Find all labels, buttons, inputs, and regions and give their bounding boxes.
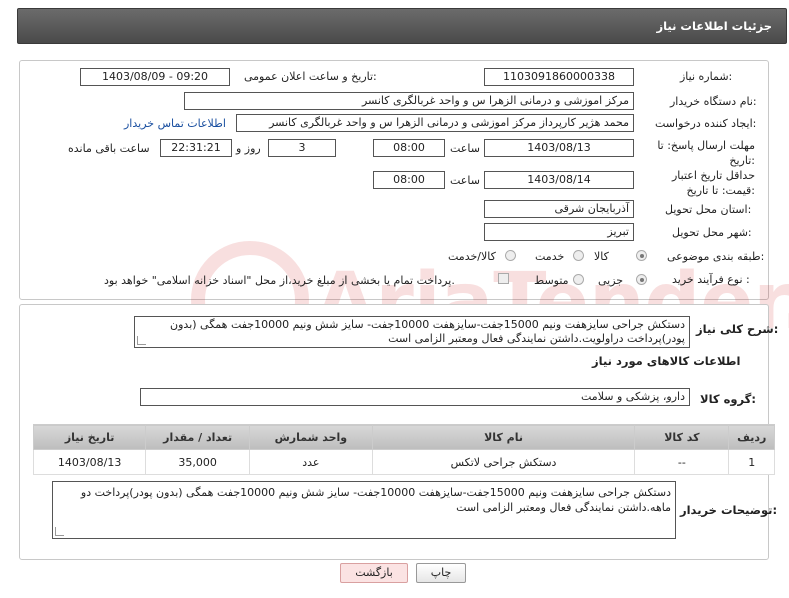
contact-buyer-link[interactable]: اطلاعات تماس خریدار	[124, 117, 226, 130]
process-label: نوع فرآیند خرید :	[672, 273, 750, 286]
treasury-payment-checkbox[interactable]	[498, 273, 509, 284]
deadline-label: مهلت ارسال پاسخ: تا تاریخ:	[657, 139, 755, 167]
buyer-notes-label: توضیحات خریدار:	[680, 503, 778, 517]
col-unit: واحد شمارش	[248, 424, 373, 450]
category-option-goods: کالا	[594, 250, 609, 263]
need-number-field: 1103091860000338	[484, 68, 634, 86]
category-radio-service[interactable]	[573, 250, 584, 261]
col-qty: تعداد / مقدار	[145, 424, 250, 450]
cell-qty: 35,000	[145, 449, 250, 475]
days-label: روز و	[236, 142, 261, 155]
table-row: 1 -- دستکش جراحی لاتکس عدد 35,000 1403/0…	[32, 449, 775, 475]
validity-time-field: 08:00	[373, 171, 445, 189]
category-radio-goods[interactable]	[636, 250, 647, 261]
col-date: تاریخ نیاز	[32, 424, 147, 450]
cell-row: 1	[728, 449, 775, 475]
col-row: ردیف	[728, 424, 775, 450]
process-option-medium: متوسط	[534, 274, 569, 287]
need-number-label: شماره نیاز:	[680, 70, 733, 83]
buyer-notes-text: دستکش جراحی سایزهفت ونیم 15000جفت-سایزهف…	[80, 486, 671, 514]
days-field: 3	[268, 139, 336, 157]
category-option-goods-service: کالا/خدمت	[448, 250, 496, 263]
buyer-org-label: نام دستگاه خریدار:	[670, 95, 757, 108]
summary-label: شرح کلی نیاز:	[696, 322, 779, 336]
goods-table: ردیف کد کالا نام کالا واحد شمارش تعداد /…	[32, 424, 775, 475]
buyer-org-field: مرکز اموزشی و درمانی الزهرا س و واحد غرب…	[184, 92, 634, 110]
validity-label: حداقل تاریخ اعتبار قیمت: تا تاریخ:	[671, 169, 755, 197]
deadline-time-label: ساعت	[450, 142, 480, 155]
goods-section-title: اطلاعات کالاهای مورد نیاز	[592, 354, 741, 368]
back-button[interactable]: بازگشت	[340, 563, 408, 583]
buyer-notes-textarea[interactable]: دستکش جراحی سایزهفت ونیم 15000جفت-سایزهف…	[52, 481, 676, 539]
goods-group-field: دارو، پزشکی و سلامت	[140, 388, 690, 406]
creator-field: محمد هژیر کارپرداز مرکز اموزشی و درمانی …	[236, 114, 634, 132]
announce-label: تاریخ و ساعت اعلان عمومی:	[244, 70, 377, 83]
validity-time-label: ساعت	[450, 174, 480, 187]
goods-group-label: گروه کالا:	[700, 392, 756, 406]
goods-table-header: ردیف کد کالا نام کالا واحد شمارش تعداد /…	[32, 424, 775, 450]
col-code: کد کالا	[634, 424, 730, 450]
cell-unit: عدد	[248, 449, 373, 475]
city-field: تبریز	[484, 223, 634, 241]
remaining-label: ساعت باقی مانده	[68, 142, 150, 155]
treasury-payment-note: پرداخت تمام یا بخشی از مبلغ خرید،از محل …	[104, 274, 455, 287]
print-button[interactable]: چاپ	[416, 563, 466, 583]
announce-field: 1403/08/09 - 09:20	[80, 68, 230, 86]
creator-label: ایجاد کننده درخواست:	[655, 117, 757, 130]
page-title: جزئیات اطلاعات نیاز	[656, 19, 772, 33]
resize-grip-icon[interactable]	[137, 336, 146, 345]
city-label: شهر محل تحویل:	[672, 226, 752, 239]
resize-grip-icon[interactable]	[55, 527, 64, 536]
process-option-minor: جزیی	[598, 274, 624, 287]
category-radio-goods-service[interactable]	[505, 250, 516, 261]
process-radio-minor[interactable]	[636, 274, 647, 285]
summary-textarea[interactable]: دستکش جراحی سایزهفت ونیم 15000جفت-سایزهف…	[134, 316, 690, 348]
cell-code: --	[634, 449, 730, 475]
category-label: طبقه بندی موضوعی:	[667, 250, 765, 263]
province-field: آذربایجان شرقی	[484, 200, 634, 218]
validity-date-field: 1403/08/14	[484, 171, 634, 189]
process-radio-medium[interactable]	[573, 274, 584, 285]
province-label: استان محل تحویل:	[665, 203, 752, 216]
page-header: جزئیات اطلاعات نیاز	[17, 8, 787, 44]
remaining-time-field: 22:31:21	[160, 139, 232, 157]
category-option-service: خدمت	[535, 250, 565, 263]
deadline-date-field: 1403/08/13	[484, 139, 634, 157]
col-name: نام کالا	[371, 424, 636, 450]
cell-name: دستکش جراحی لاتکس	[371, 449, 636, 475]
summary-text: دستکش جراحی سایزهفت ونیم 15000جفت-سایزهف…	[170, 318, 685, 345]
deadline-time-field: 08:00	[373, 139, 445, 157]
cell-date: 1403/08/13	[32, 449, 147, 475]
